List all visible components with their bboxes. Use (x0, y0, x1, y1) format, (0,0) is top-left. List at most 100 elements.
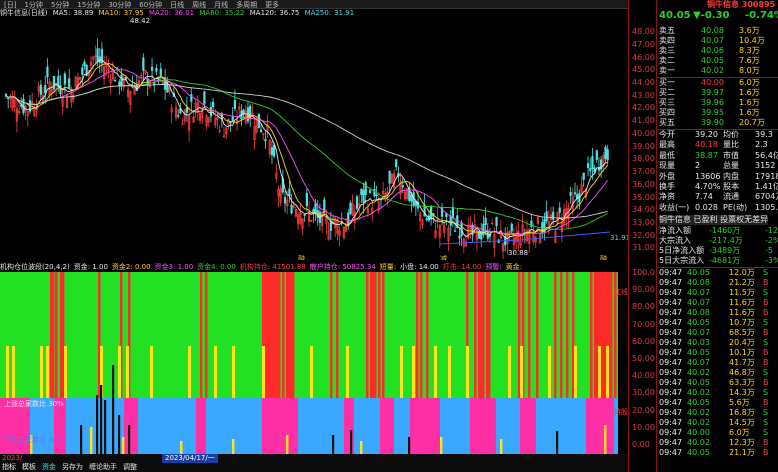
candlestick-chart[interactable]: 48.42 30.88 31.91 融 减 融 (0, 8, 628, 260)
bottom-tab[interactable]: 另存为 (62, 463, 83, 471)
price-change: ▼-0.30 (693, 10, 730, 21)
indicator-right-label: 红线 (614, 287, 628, 296)
indicator-red-bar (536, 272, 539, 398)
indicator-yellow-bar (6, 346, 9, 398)
flow-pct: -3% (765, 256, 778, 266)
indicator-red-bar (266, 272, 269, 398)
indicator-yellow-bar (606, 346, 609, 398)
tick-price: 40.05 (687, 348, 710, 358)
bottom-tab[interactable]: 调整 (123, 463, 137, 471)
indicator-yellow-bar (232, 346, 235, 398)
tick-time: 09:47 (659, 398, 683, 408)
candle-body (530, 220, 533, 228)
tick-row: 09:47 40.05 63.3万 B (659, 378, 778, 388)
bid-row: 买二 39.97 1.6万 (659, 88, 778, 98)
stat-value: 39.3 (755, 130, 773, 139)
tick-time: 09:47 (659, 378, 683, 388)
indicator-magenta-block (470, 398, 496, 455)
stat-row: 最低 38.87 市值 56.4亿 (659, 151, 778, 161)
price-tick-label: 46.00 (632, 52, 655, 62)
ask-row: 卖四 40.07 10.4万 (659, 36, 778, 46)
ask-price: 40.07 (701, 36, 724, 45)
tick-price: 40.07 (687, 328, 710, 338)
bottom-tab[interactable]: 指标 (2, 463, 16, 471)
event-marker: 融 (600, 254, 607, 260)
indicator-value: 短量: (379, 263, 397, 271)
indicator-value: 资金3: 1.00 (154, 263, 194, 271)
stat-row: 今开 39.20 均价 39.3 (659, 130, 778, 140)
indicator-red-bar (474, 272, 477, 398)
indicator-red-bar (478, 272, 481, 398)
candle-body (39, 84, 42, 95)
indicator-yellow-bar (448, 346, 451, 398)
indicator-yellow-low-bar (286, 435, 289, 455)
indicator-red-bar (560, 272, 563, 398)
position-indicator-chart[interactable]: 上涨总家数比 30% 下跌总家数比 30% 红线持股 (0, 272, 628, 455)
indicator-red-bar (382, 272, 385, 398)
indicator-yellow-low-bar (90, 427, 93, 455)
stat-key: 收益(一) (659, 202, 690, 212)
price-change-pct: -0.74% (745, 10, 778, 21)
indicator-magenta-block (344, 398, 354, 455)
tick-row: 09:47 40.03 20.4万 S (659, 338, 778, 348)
bid-label: 买五 (659, 118, 675, 127)
ma20-label: MA20: (149, 9, 172, 17)
price-tick-label: 36.00 (632, 179, 655, 189)
candle-body (124, 76, 127, 80)
tick-side: S (763, 318, 769, 328)
stat-key: 流通 (723, 192, 739, 202)
bottom-tab[interactable]: 资金 (42, 463, 56, 471)
tick-time: 09:47 (659, 348, 683, 358)
ask-price: 40.06 (701, 46, 724, 55)
ma60-value: 35.22 (224, 9, 245, 17)
tick-price: 40.05 (687, 378, 710, 388)
candle-body (451, 206, 455, 219)
stat-key: 换手 (659, 182, 675, 191)
event-marker: 融 (298, 254, 305, 260)
indicator-yellow-bar (508, 346, 511, 398)
indicator-magenta-block (586, 398, 614, 455)
indicator-red-bar (286, 272, 289, 398)
tick-time: 09:47 (659, 428, 683, 438)
indicator-red-bar (274, 272, 277, 398)
tick-side: S (763, 408, 769, 418)
candle-body (96, 48, 99, 62)
stat-row: 现量 2 总量 3152 (659, 161, 778, 171)
indicator-value: 预警: (485, 263, 502, 271)
stat-key: 现量 (659, 161, 675, 171)
candle-body (552, 211, 555, 220)
candle-body (347, 212, 350, 226)
indicator-red-bar (278, 272, 281, 398)
candle-body (362, 189, 365, 203)
candle-body (388, 170, 391, 184)
stat-key: 净资 (659, 192, 675, 202)
ma5-line (5, 59, 608, 240)
tick-time: 09:47 (659, 448, 683, 458)
indicator-spike (350, 430, 353, 455)
candle-body (185, 107, 189, 113)
indicator-yellow-bar (46, 346, 49, 398)
indicator-spike (112, 365, 115, 455)
stat-value: 4.70% (695, 182, 721, 191)
indicator-value: 小盘: 14.00 (400, 263, 439, 271)
candle-body (157, 78, 160, 81)
bottom-tab[interactable]: 模板 (22, 463, 36, 471)
indicator-spike (332, 435, 335, 455)
indicator-red-bar (52, 272, 55, 398)
price-tick-label: 40.00 (632, 128, 655, 138)
candle-body (425, 218, 428, 221)
ma5-value: 38.89 (73, 9, 94, 17)
last-price: 40.05 (659, 10, 691, 21)
candle-body (233, 99, 237, 109)
ma10-label: MA10: (98, 9, 121, 17)
bottom-tab[interactable]: 缠论助手 (89, 463, 117, 471)
indicator-red-bar (486, 272, 489, 398)
indicator-yellow-bar (12, 346, 15, 398)
candle-body (283, 197, 287, 204)
candle-body (83, 61, 86, 67)
candle-body (57, 75, 60, 87)
indicator-tick-label: 40.00 (632, 371, 655, 381)
candle-body (209, 106, 213, 117)
tick-side: S (763, 338, 769, 348)
stat-value: 1.41亿 (755, 182, 778, 191)
